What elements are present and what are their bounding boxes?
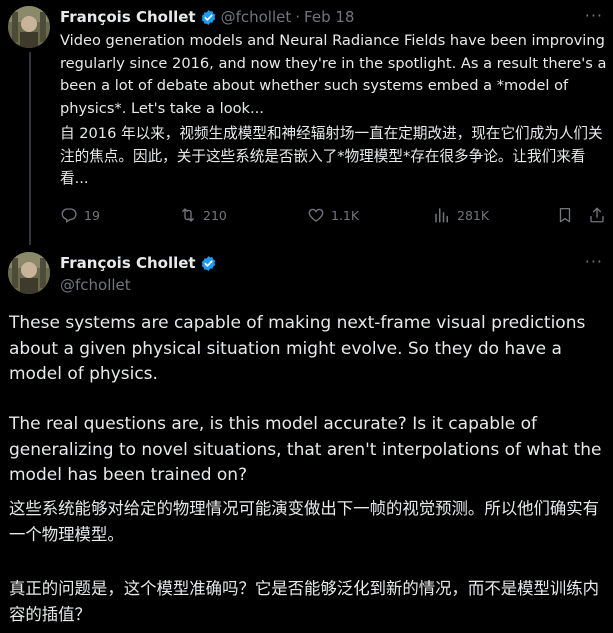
- tweet-header: François Chollet @fchollet · Feb 18: [60, 6, 354, 28]
- tweet-paragraph: The real questions are, is this model ac…: [9, 414, 602, 485]
- like-count: 1.1K: [331, 207, 360, 223]
- avatar[interactable]: [8, 6, 50, 48]
- tweet-translation-paragraph: 这些系统能够对给定的物理情况可能演变做出下一帧的视觉预测。所以他们确实有一个物理…: [9, 499, 600, 544]
- avatar[interactable]: [8, 252, 50, 294]
- author-handle[interactable]: @fchollet: [60, 276, 221, 294]
- views-bar-icon: [435, 208, 448, 223]
- separator-dot: ·: [295, 8, 301, 26]
- author-handle[interactable]: @fchollet: [221, 8, 292, 26]
- tweet-actions: 19 210 1.1K 281K: [60, 206, 608, 228]
- bookmark-icon: [559, 207, 571, 223]
- tweet-header: François Chollet @fchollet: [60, 252, 221, 294]
- tweet-date[interactable]: Feb 18: [304, 8, 354, 26]
- views-count: 281K: [457, 207, 490, 223]
- author-name[interactable]: François Chollet: [60, 8, 196, 26]
- share-icon: [590, 207, 604, 223]
- more-options-icon[interactable]: ···: [585, 252, 603, 271]
- verified-badge-icon: [200, 255, 217, 272]
- repost-count: 210: [203, 207, 227, 223]
- views-button[interactable]: 281K: [433, 206, 489, 224]
- share-button[interactable]: [588, 206, 612, 224]
- tweet-paragraph: These systems are capable of making next…: [9, 313, 586, 384]
- more-options-icon[interactable]: ···: [585, 6, 603, 25]
- verified-badge-icon: [200, 9, 217, 26]
- reply-button[interactable]: 19: [60, 206, 100, 224]
- author-name[interactable]: François Chollet: [60, 254, 196, 272]
- repost-button[interactable]: 210: [179, 206, 227, 224]
- reply-icon: [61, 208, 77, 224]
- tweet-translation: 自 2016 年以来，视频生成模型和神经辐射场一直在定期改进，现在它们成为人们关…: [60, 125, 603, 187]
- bookmark-button[interactable]: [556, 206, 580, 224]
- tweet-translation-paragraph: 真正的问题是，这个模型准确吗？它是否能够泛化到新的情况，而不是模型训练内容的插值…: [9, 579, 600, 624]
- thread-line: [29, 52, 31, 245]
- repost-icon: [182, 208, 194, 222]
- tweet-text: Video generation models and Neural Radia…: [60, 32, 607, 117]
- reply-count: 19: [84, 207, 100, 223]
- heart-icon: [308, 208, 324, 222]
- like-button[interactable]: 1.1K: [307, 206, 359, 224]
